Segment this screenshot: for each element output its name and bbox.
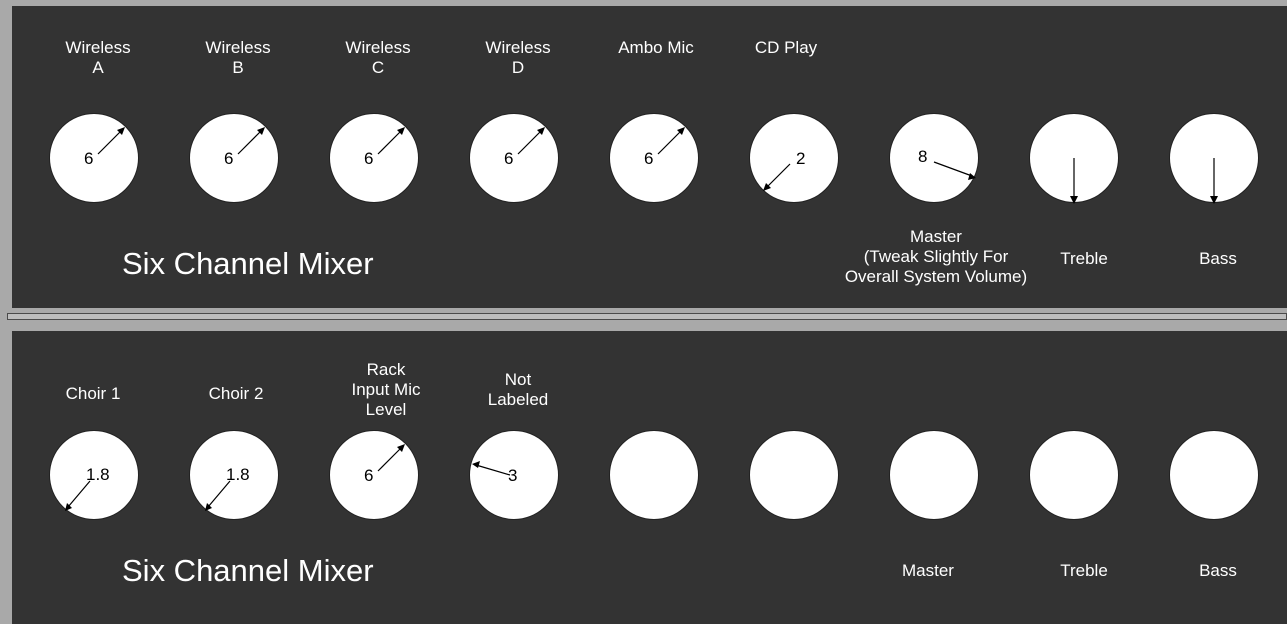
pointer-arrow-icon	[472, 461, 511, 476]
knob-master[interactable]: 8	[889, 113, 979, 203]
pointer-arrow-icon	[377, 127, 405, 155]
pointer-arrow-icon	[377, 444, 405, 472]
pointer-arrow-icon	[763, 163, 791, 191]
pointer-arrow-icon	[97, 127, 125, 155]
knob-wireless-a[interactable]: 6	[49, 113, 139, 203]
knob-not-labeled[interactable]: 3	[469, 430, 559, 520]
knob-treble[interactable]	[1029, 430, 1119, 520]
channel-label-not-labeled: Not Labeled	[487, 370, 549, 409]
knob-wireless-c[interactable]: 6	[329, 113, 419, 203]
pointer-arrow-icon	[933, 161, 976, 180]
knob-wireless-b[interactable]: 6	[189, 113, 279, 203]
knob-cd-play[interactable]: 2	[749, 113, 839, 203]
pointer-arrow-icon	[1070, 158, 1078, 204]
bass-label: Bass	[1199, 249, 1237, 268]
pointer-arrow-icon	[517, 127, 545, 155]
panel-divider	[7, 313, 1287, 320]
mixer-title: Six Channel Mixer	[122, 246, 374, 281]
knob-bass[interactable]	[1169, 430, 1259, 520]
channel-label-cd-play: CD Play	[754, 38, 818, 57]
pointer-arrow-icon	[657, 127, 685, 155]
pointer-arrow-icon	[65, 480, 91, 511]
pointer-arrow-icon	[1210, 158, 1218, 204]
mixer-settings-diagram: Wireless A Wireless B Wireless C Wireles…	[0, 0, 1287, 624]
knob-master[interactable]	[889, 430, 979, 520]
pointer-arrow-icon	[237, 127, 265, 155]
bottom-mixer-panel: Choir 1 Choir 2 Rack Input Mic Level Not…	[12, 331, 1287, 624]
knob-wireless-d[interactable]: 6	[469, 113, 559, 203]
knob-ambo-mic[interactable]: 6	[609, 113, 699, 203]
knob-bass[interactable]	[1169, 113, 1259, 204]
knob-choir-1[interactable]: 1.8	[49, 430, 139, 520]
knob-choir-2[interactable]: 1.8	[189, 430, 279, 520]
knob-rack-input[interactable]: 6	[329, 430, 419, 520]
pointer-arrow-icon	[205, 480, 231, 511]
knob-channel-6[interactable]	[749, 430, 839, 520]
knob-treble[interactable]	[1029, 113, 1119, 204]
mixer-title: Six Channel Mixer	[122, 553, 374, 588]
bass-label: Bass	[1199, 561, 1237, 580]
top-mixer-panel: Wireless A Wireless B Wireless C Wireles…	[12, 6, 1287, 308]
knob-channel-5[interactable]	[609, 430, 699, 520]
